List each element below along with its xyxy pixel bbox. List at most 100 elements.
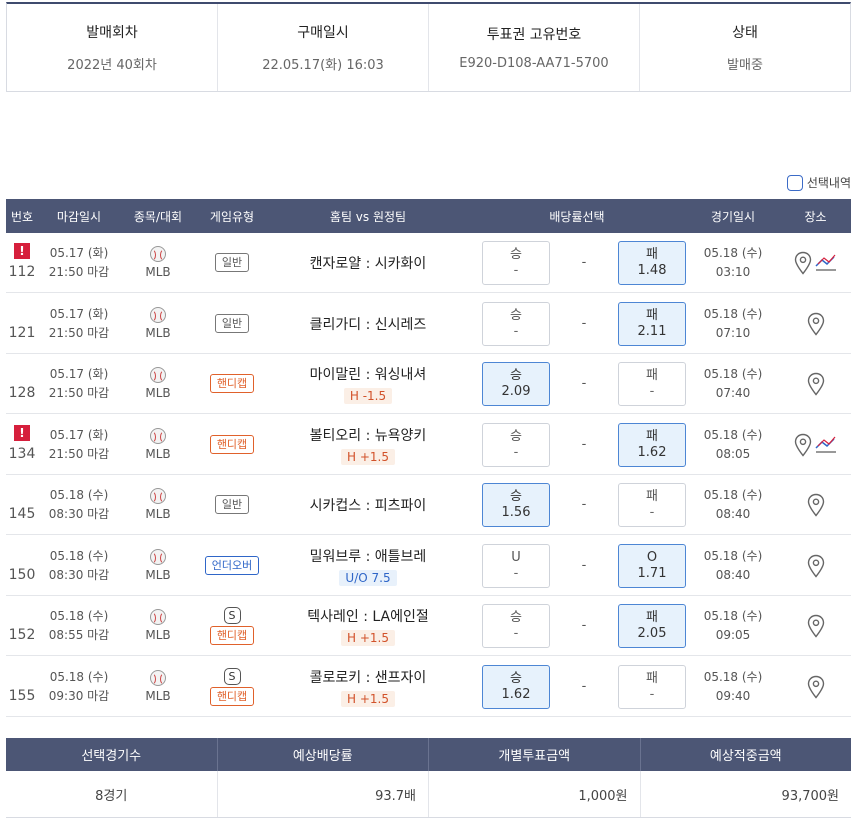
row-number-cell: 155 (6, 657, 38, 716)
odds-left-button[interactable]: 승 2.09 (482, 361, 550, 406)
odds-left-button[interactable]: 승 1.56 (482, 482, 550, 527)
match-teams: 콜로로키 : 샌프자이 (309, 669, 427, 686)
baseball-icon (150, 549, 166, 565)
row-number-cell: 150 (6, 536, 38, 595)
odds-right-button[interactable]: 패 1.62 (618, 422, 686, 467)
special-s-icon: S (223, 667, 241, 685)
summary-header: 선택경기수 예상배당률 개별투표금액 예상적중금액 (6, 738, 851, 771)
odds-left-button[interactable]: 승- (482, 301, 550, 346)
odds-right-button[interactable]: 패 2.05 (618, 603, 686, 648)
row-number: 121 (8, 324, 36, 341)
game-date-cell: 05.18 (수) 03:10 (686, 244, 780, 282)
sport-cell: MLB (120, 307, 196, 340)
sport-cell: MLB (120, 609, 196, 642)
odds-right-value: 2.11 (637, 323, 667, 339)
place-cell (780, 372, 851, 396)
odds-left-label: 승 (510, 307, 522, 323)
map-pin-icon[interactable] (807, 675, 825, 699)
odds-right-button[interactable]: 패- (618, 361, 686, 406)
odds-left-button[interactable]: 승- (482, 422, 550, 467)
odds-cell: 승 - - 패 1.48 (468, 240, 686, 285)
deadline-date: 05.18 (수) (49, 669, 109, 684)
row-number: 128 (8, 384, 36, 401)
odds-cell: 승 1.56- 패 - (468, 482, 686, 527)
odds-trend-icon[interactable] (815, 435, 837, 455)
odds-right-button[interactable]: 패- (618, 664, 686, 709)
game-time: 03:10 (715, 264, 751, 279)
map-pin-icon[interactable] (807, 554, 825, 578)
row-number: 152 (8, 626, 36, 643)
league-name: MLB (145, 326, 171, 340)
odds-left-label: 승 (510, 609, 522, 625)
odds-left-button[interactable]: U- (482, 543, 550, 588)
odds-cell: 승 - - 패 2.11 (468, 301, 686, 346)
match-teams: 텍사레인 : LA에인절 (307, 608, 429, 625)
odds-left-button[interactable]: 승- (482, 240, 550, 285)
game-date-cell: 05.18 (수) 09:05 (686, 607, 780, 645)
info-buy-time: 구매일시 22.05.17(화) 16:03 (218, 4, 429, 91)
odds-cell: 승 - - 패 2.05 (468, 603, 686, 648)
odds-draw-value: - (581, 618, 587, 633)
selected-only-checkbox[interactable] (786, 174, 803, 191)
deadline-date: 05.18 (수) (49, 608, 109, 623)
table-row[interactable]: 128 05.17 (화) 21:50 마감 MLB 핸디캡 마이말린 : 워싱내셔 H -… (6, 354, 851, 414)
selected-only-toggle[interactable]: 선택내역 (786, 174, 851, 191)
handicap-value: H +1.5 (341, 629, 395, 646)
league-name: MLB (145, 507, 171, 521)
place-cell (780, 312, 851, 336)
table-row[interactable]: 152 05.18 (수) 08:55 마감 MLB S 핸디캡 텍사레인 : LA에인절 H… (6, 596, 851, 656)
odds-trend-icon[interactable] (815, 253, 837, 273)
handicap-value: H +1.5 (341, 690, 395, 707)
odds-right-button[interactable]: 패 2.11 (618, 301, 686, 346)
match-teams: 시카컵스 : 피츠파이 (309, 497, 427, 514)
info-ticket-label: 투표권 고유번호 (486, 27, 582, 43)
odds-right-label: 패 (646, 488, 658, 504)
map-pin-icon[interactable] (807, 312, 825, 336)
sport-cell: MLB (120, 428, 196, 461)
game-date: 05.18 (수) (703, 427, 763, 442)
game-type-cell: S 핸디캡 (196, 667, 268, 706)
odds-cell: U - - O 1.71 (468, 543, 686, 588)
info-round-label: 발매회차 (86, 25, 138, 41)
odds-right-value: 1.71 (637, 565, 667, 581)
odds-left-label: 승 (510, 246, 522, 262)
summary-odds: 93.7배 (218, 771, 429, 817)
league-name: MLB (145, 265, 171, 279)
map-pin-icon[interactable] (807, 372, 825, 396)
odds-left-label: 승 (510, 428, 522, 444)
table-row[interactable]: ! 112 05.17 (화) 21:50 마감 MLB 일반 캔자로얄 : 시카화이 승 - -… (6, 233, 851, 293)
map-pin-icon[interactable] (807, 493, 825, 517)
map-pin-icon[interactable] (794, 433, 812, 457)
table-row[interactable]: 145 05.18 (수) 08:30 마감 MLB 일반 시카컵스 : 피츠파이 승 1.5… (6, 475, 851, 535)
deadline-date: 05.17 (화) (49, 427, 109, 442)
deadline-time: 21:50 마감 (48, 325, 110, 340)
summary-header-count: 선택경기수 (6, 738, 218, 771)
table-row[interactable]: 150 05.18 (수) 08:30 마감 MLB 언더오버 밀워브루 : 애틀브레 U/… (6, 536, 851, 596)
odds-right-button[interactable]: 패 1.48 (618, 240, 686, 285)
deadline-cell: 05.18 (수) 09:30 마감 (38, 668, 120, 706)
handicap-value: H -1.5 (343, 387, 393, 404)
deadline-cell: 05.17 (화) 21:50 마감 (38, 426, 120, 464)
game-time: 09:40 (715, 688, 751, 703)
table-row[interactable]: 155 05.18 (수) 09:30 마감 MLB S 핸디캡 콜로로키 : 샌프자이 H … (6, 657, 851, 717)
table-row[interactable]: 121 05.17 (화) 21:50 마감 MLB 일반 클리가디 : 신시레즈 승 - - 패… (6, 294, 851, 354)
deadline-date: 05.17 (화) (49, 366, 109, 381)
odds-left-button[interactable]: 승- (482, 603, 550, 648)
map-pin-icon[interactable] (794, 251, 812, 275)
odds-left-label: 승 (510, 367, 522, 383)
odds-right-button[interactable]: 패- (618, 482, 686, 527)
row-number-cell: ! 112 (6, 233, 38, 292)
odds-right-button[interactable]: O 1.71 (618, 543, 686, 588)
table-row[interactable]: ! 134 05.17 (화) 21:50 마감 MLB 핸디캡 볼티오리 : 뉴욕양키 H … (6, 415, 851, 475)
sport-cell: MLB (120, 488, 196, 521)
game-time: 08:05 (715, 446, 751, 461)
place-icons (807, 493, 825, 517)
match-cell: 시카컵스 : 피츠파이 (268, 495, 468, 515)
place-icons (794, 433, 837, 457)
map-pin-icon[interactable] (807, 614, 825, 638)
row-number: 112 (8, 263, 36, 280)
game-time: 08:40 (715, 567, 751, 582)
odds-right-label: O (646, 549, 658, 565)
odds-draw-value: - (581, 316, 587, 331)
odds-left-button[interactable]: 승 1.62 (482, 664, 550, 709)
